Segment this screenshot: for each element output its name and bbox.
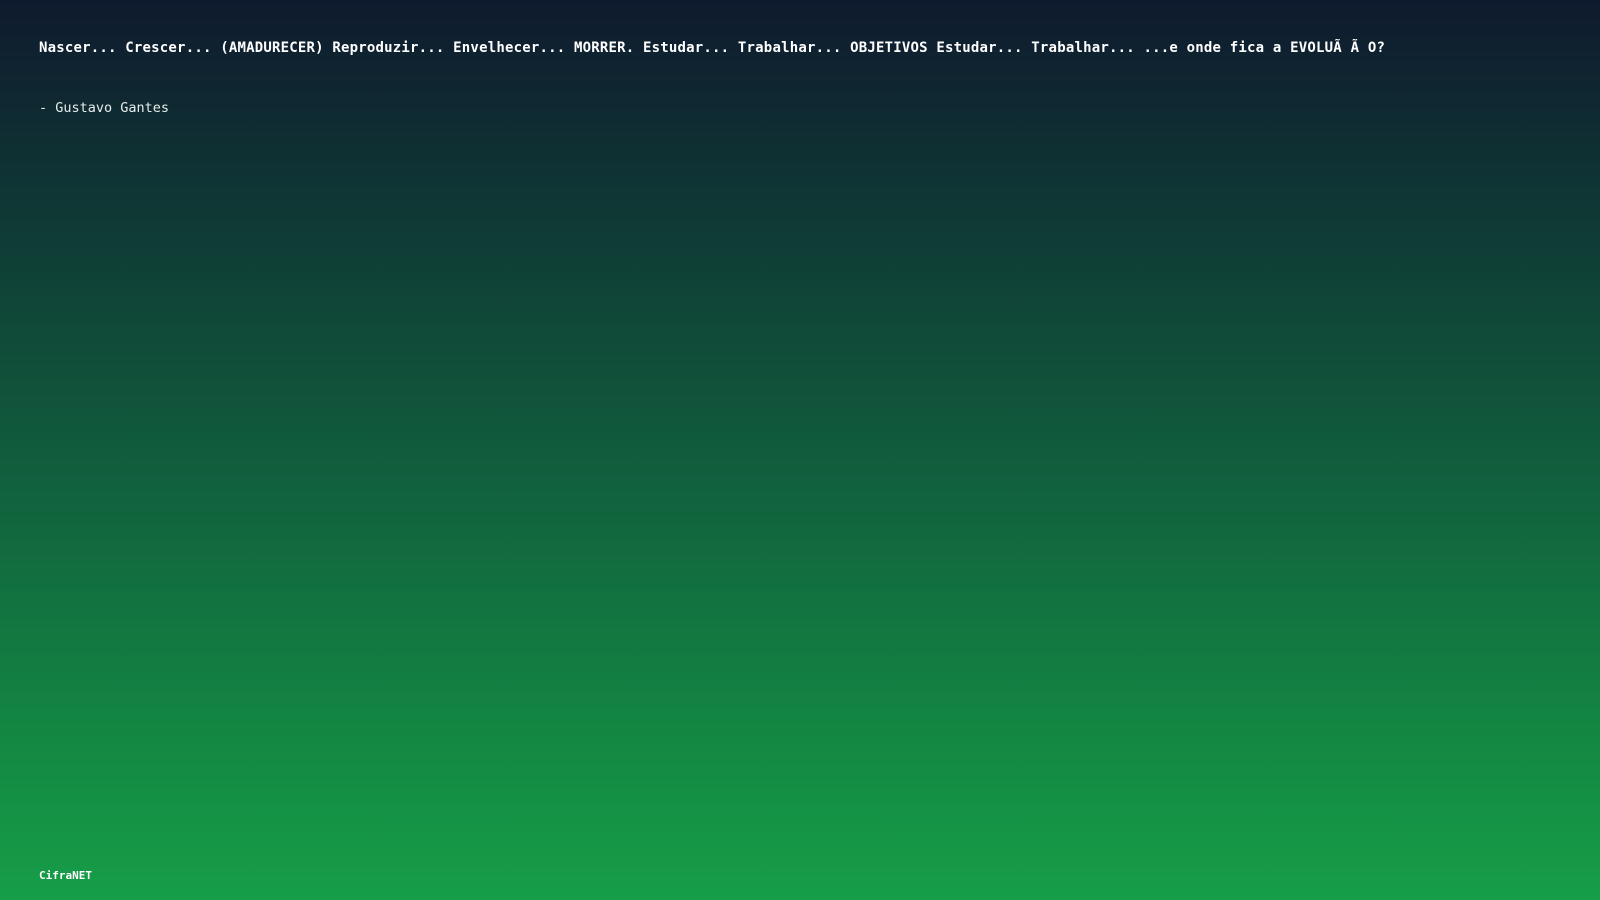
quote-text: Nascer... Crescer... (AMADURECER) Reprod… [39, 40, 1386, 56]
quote-author: - Gustavo Gantes [39, 100, 170, 116]
brand-label: CifraNET [39, 869, 92, 882]
